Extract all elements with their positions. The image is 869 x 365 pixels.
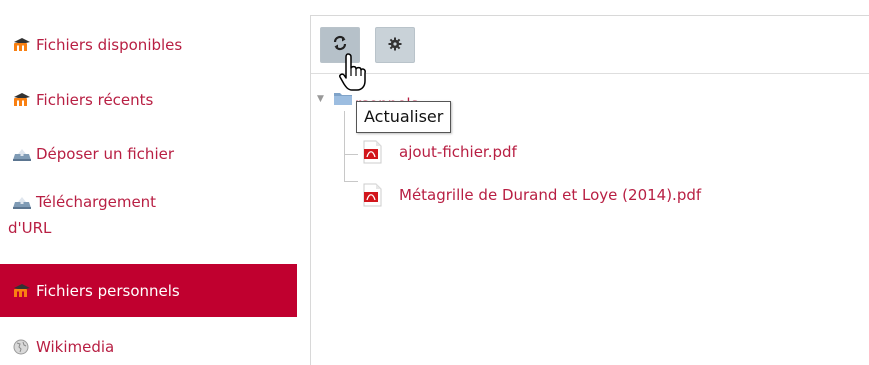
url-download-icon [12, 194, 34, 210]
file-picker: Fichiers disponibles Fichiers récents Dé… [0, 0, 869, 365]
tree-connector [344, 154, 358, 155]
file-name: Métagrille de Durand et Loye (2014).pdf [399, 186, 702, 204]
moodle-logo-icon [12, 37, 34, 53]
file-item[interactable]: Métagrille de Durand et Loye (2014).pdf [361, 183, 701, 207]
moodle-logo-icon [12, 92, 34, 108]
sidebar-item-label-line1: Téléchargement [36, 193, 157, 211]
tree-collapse-toggle[interactable]: ▼ [317, 94, 324, 104]
sidebar-item-label: Fichiers disponibles [36, 36, 183, 54]
sidebar-item-fichiers-recents[interactable]: Fichiers récents [0, 86, 297, 114]
pdf-file-icon [361, 140, 383, 164]
gear-icon [388, 36, 402, 55]
refresh-tooltip: Actualiser [356, 101, 452, 133]
file-name: ajout-fichier.pdf [399, 143, 517, 161]
moodle-logo-icon [12, 283, 34, 299]
sidebar-item-label: Fichiers personnels [36, 281, 180, 300]
sidebar-item-label: Déposer un fichier [36, 145, 175, 163]
settings-button[interactable] [375, 27, 415, 63]
upload-icon [12, 146, 34, 162]
sidebar-item-deposer-un-fichier[interactable]: Déposer un fichier [0, 140, 297, 168]
file-item[interactable]: ajout-fichier.pdf [361, 140, 517, 164]
pdf-file-icon [361, 183, 383, 207]
hand-cursor-icon [339, 52, 367, 92]
sidebar-item-label-line2: d'URL [8, 219, 52, 237]
tree-connector [344, 111, 345, 181]
wikimedia-globe-icon [12, 339, 34, 355]
sidebar-item-telechargement-url[interactable]: Téléchargement d'URL [0, 188, 297, 242]
repository-sidebar: Fichiers disponibles Fichiers récents Dé… [0, 15, 297, 365]
sidebar-item-label: Fichiers récents [36, 91, 154, 109]
sidebar-item-wikimedia[interactable]: Wikimedia [0, 333, 297, 361]
sidebar-item-fichiers-personnels[interactable]: Fichiers personnels [0, 264, 297, 317]
file-browser-panel: ▼ rsonnels ajout-fichier.pdf [310, 15, 869, 365]
sidebar-item-fichiers-disponibles[interactable]: Fichiers disponibles [0, 31, 297, 59]
folder-icon [333, 90, 355, 108]
toolbar [311, 16, 869, 74]
tree-connector [344, 181, 358, 182]
sidebar-item-label: Wikimedia [36, 338, 115, 356]
